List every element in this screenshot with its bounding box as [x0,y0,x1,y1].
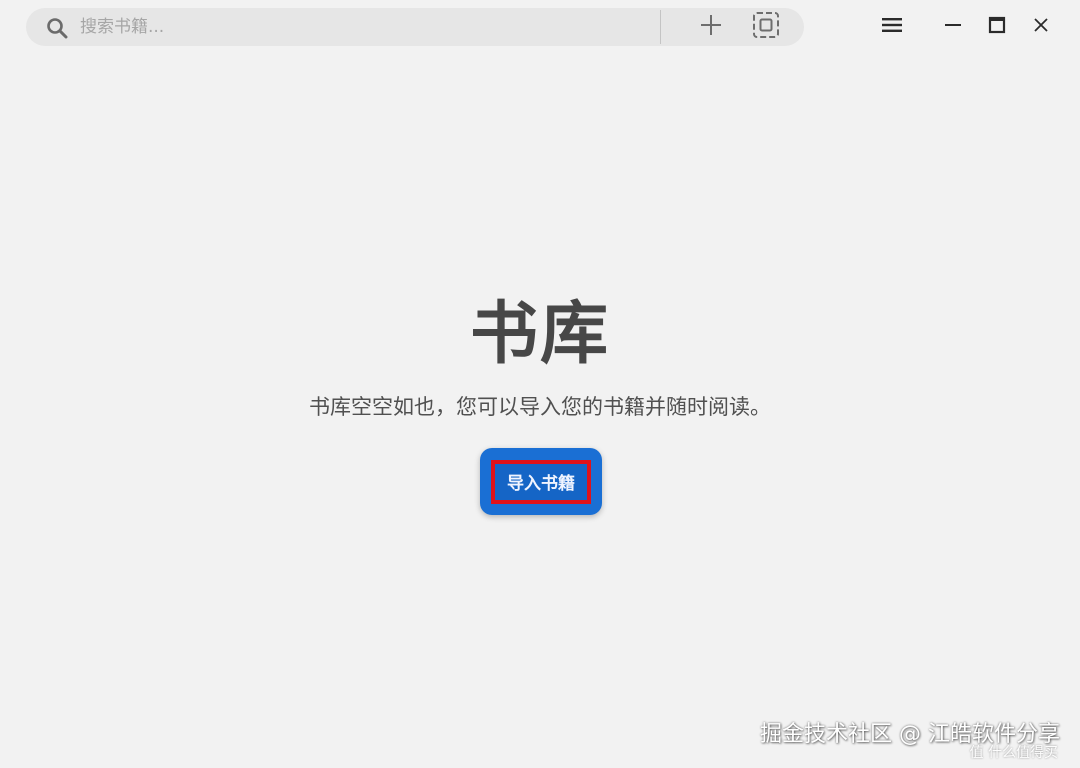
fullscreen-icon [752,11,780,43]
empty-library-panel: 书库 书库空空如也，您可以导入您的书籍并随时阅读。 [0,290,1080,422]
close-button[interactable] [1026,12,1056,42]
watermark-subtext: 值 什么值得买 [969,745,1058,761]
app-window: 书库 书库空空如也，您可以导入您的书籍并随时阅读。 导入书籍 掘金技术社区 @ … [0,0,1080,768]
import-books-button[interactable]: 导入书籍 [491,459,591,504]
plus-icon [699,13,723,41]
menu-button[interactable] [877,12,907,42]
add-book-button[interactable] [696,12,726,42]
search-divider [660,10,661,44]
minimize-icon [944,16,962,38]
close-icon [1033,17,1049,37]
maximize-button[interactable] [982,12,1012,42]
empty-library-message: 书库空空如也，您可以导入您的书籍并随时阅读。 [309,395,771,419]
maximize-icon [988,16,1006,38]
fullscreen-button[interactable] [751,12,781,42]
search-bar [26,8,804,46]
page-title: 书库 [469,295,610,374]
minimize-button[interactable] [938,12,968,42]
search-input[interactable] [80,13,650,41]
search-icon[interactable] [46,17,68,39]
import-button-container: 导入书籍 [480,448,602,515]
hamburger-menu-icon [881,16,903,38]
